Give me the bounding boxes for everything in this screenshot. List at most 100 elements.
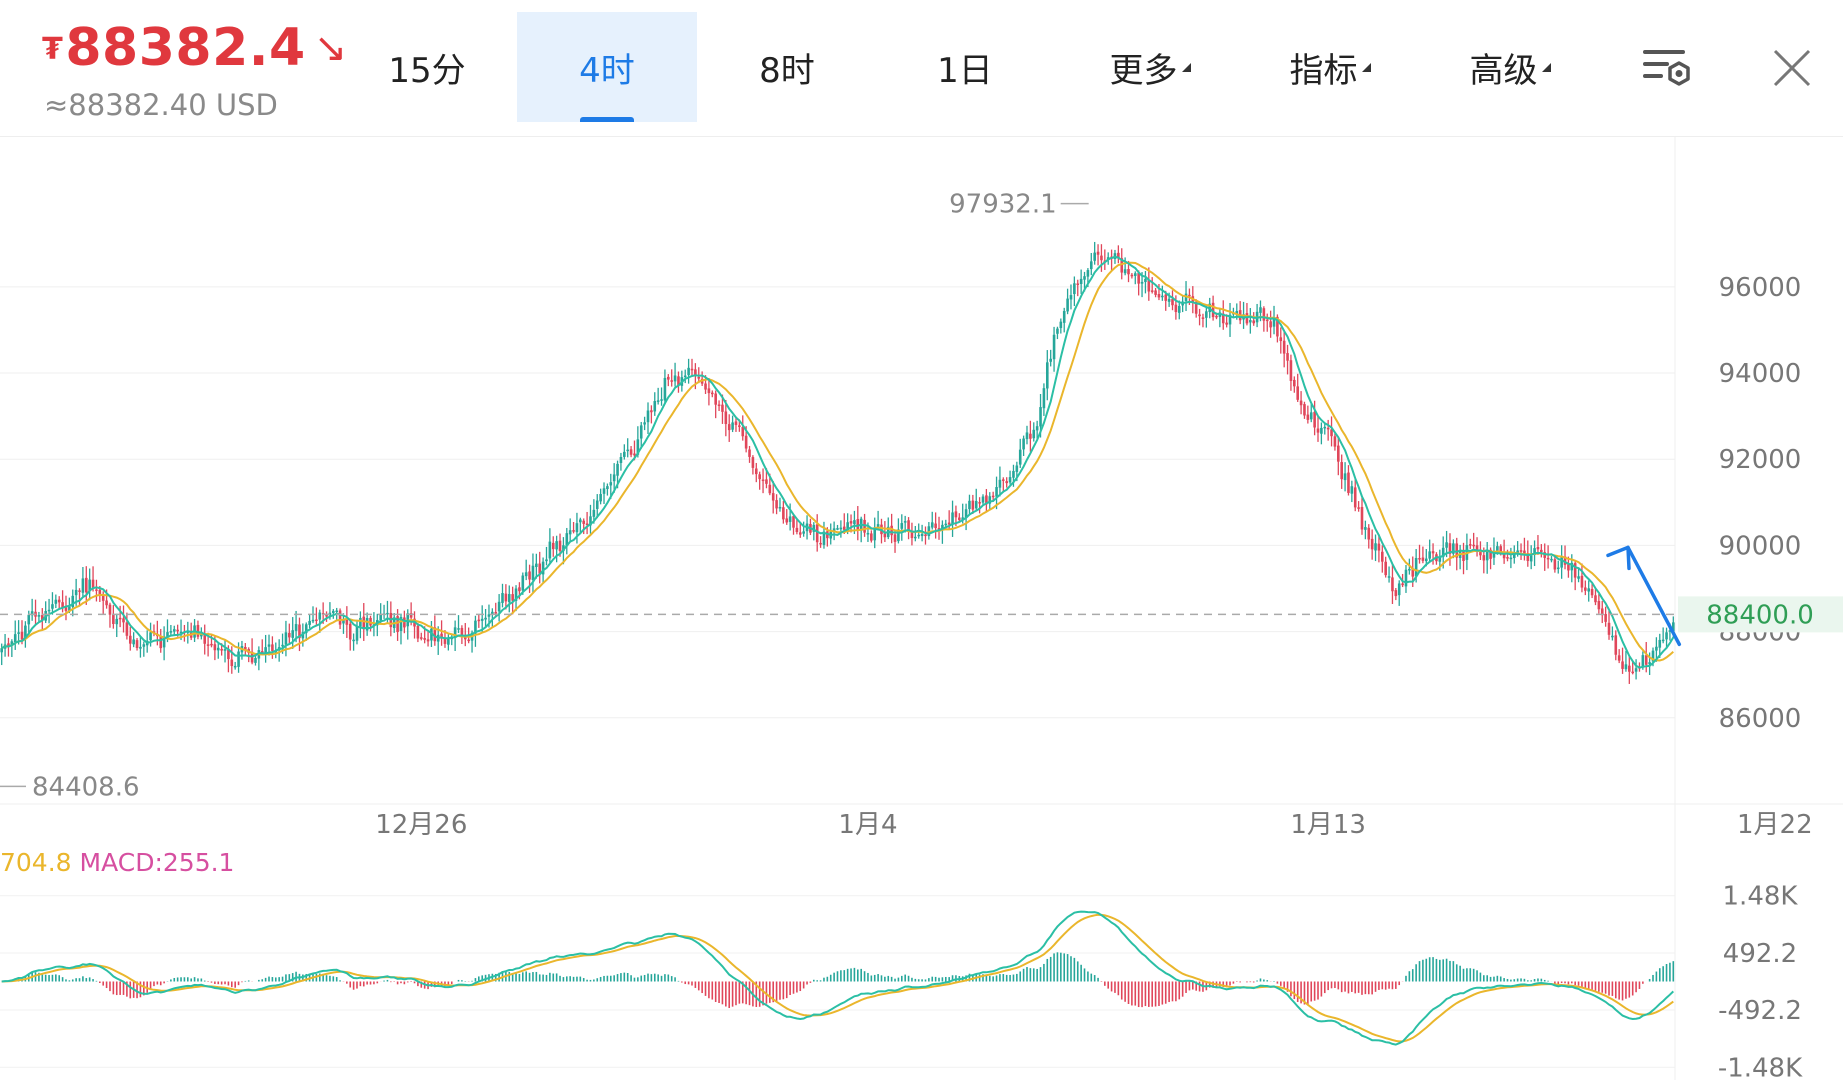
candle-body [1100, 255, 1103, 261]
candle-body [866, 532, 870, 535]
candle-body [1665, 632, 1668, 640]
candle-body [690, 368, 694, 371]
candle-body [1401, 583, 1404, 586]
candle-body [1509, 557, 1513, 560]
current-price-label: 88400.0 [1706, 600, 1814, 630]
candle-body [125, 622, 129, 636]
candle-body [1404, 569, 1408, 587]
macd-legend-value: 704.8 [0, 848, 80, 877]
candle-body [1553, 559, 1557, 570]
candle-body [1052, 334, 1056, 360]
candle-body [778, 506, 782, 509]
candle-body [646, 410, 650, 423]
candle-body [670, 380, 673, 382]
candle-body [714, 393, 717, 405]
tab-4h[interactable]: 4时 [517, 12, 697, 122]
candle-body [734, 421, 738, 425]
x-tick-label: 1月13 [1290, 810, 1366, 840]
candle-body [1164, 294, 1168, 301]
candle-body [1293, 379, 1296, 387]
candle-body [1482, 555, 1486, 561]
candle-body [84, 577, 88, 593]
candle-body [1089, 261, 1093, 270]
candle-body [1073, 283, 1076, 295]
candle-body [511, 594, 514, 601]
candle-body [572, 530, 575, 532]
candle-body [592, 509, 596, 517]
candle-body [1567, 564, 1570, 571]
tab-label: 高级 [1469, 50, 1538, 91]
close-button[interactable] [1764, 40, 1820, 96]
candle-body [1039, 407, 1042, 427]
tab-advanced[interactable]: 高级 [1430, 12, 1590, 122]
tab-8h[interactable]: 8时 [712, 12, 862, 122]
candle-body [1161, 295, 1164, 298]
candle-body [507, 594, 511, 603]
candle-body [1577, 576, 1580, 579]
candle-body [1150, 290, 1154, 292]
candle-body [122, 618, 125, 623]
candle-body [139, 646, 142, 649]
candle-body [518, 587, 521, 592]
chart-settings-button[interactable] [1640, 40, 1696, 96]
close-icon [1773, 49, 1811, 87]
candle-body [1015, 465, 1019, 472]
candle-body [1127, 269, 1130, 275]
chart-header: ₮88382.4 ↘ ≈88382.40 USD 15分 4时 8时 1日 更多 … [0, 0, 1843, 137]
candle-body [599, 494, 602, 502]
tab-1d[interactable]: 1日 [890, 12, 1040, 122]
candle-body [403, 617, 406, 628]
candle-body [216, 647, 220, 651]
tab-indicators[interactable]: 指标 [1250, 12, 1410, 122]
candle-body [930, 522, 934, 528]
candle-body [355, 626, 359, 641]
candle-body [1289, 360, 1293, 381]
candle-body [731, 422, 734, 430]
candle-body [1337, 445, 1340, 462]
candle-body [609, 482, 613, 486]
candle-body [981, 496, 985, 503]
candle-body [81, 578, 85, 593]
candle-body [1472, 544, 1475, 547]
candle-body [1529, 555, 1533, 562]
candle-body [17, 632, 20, 634]
candle-body [1303, 404, 1306, 416]
candle-body [1025, 432, 1029, 440]
candle-body [1029, 433, 1032, 439]
candle-body [1062, 311, 1066, 323]
candle-body [798, 532, 802, 535]
candle-body [504, 593, 508, 602]
candle-body [1130, 274, 1134, 277]
candle-body [1167, 298, 1171, 302]
y-tick-label: 86000 [1719, 704, 1802, 734]
candle-body [118, 617, 122, 620]
dropdown-corner-icon [1181, 62, 1191, 72]
low-price-label: 84408.6 [32, 772, 140, 802]
trend-arrow [1626, 545, 1682, 647]
x-tick-label: 1月4 [838, 810, 897, 840]
candle-body [1262, 308, 1266, 321]
candle-body [1587, 588, 1591, 592]
y-tick-label: 90000 [1719, 531, 1802, 561]
candle-body [206, 644, 210, 646]
tab-more[interactable]: 更多 [1070, 12, 1230, 122]
candlestick-chart[interactable]: 86000880009000092000940009600012月26 1月4 1月… [0, 136, 1843, 1080]
candle-body [1215, 315, 1218, 318]
candle-body [751, 457, 755, 468]
candle-body [667, 376, 670, 380]
candle-body [1045, 362, 1049, 389]
candle-body [870, 533, 873, 541]
candle-body [57, 599, 61, 603]
candle-body [1631, 671, 1635, 674]
candle-body [893, 534, 897, 542]
candle-body [1421, 557, 1425, 561]
candle-body [1249, 320, 1252, 323]
candle-body [612, 474, 616, 482]
candle-body [1198, 314, 1201, 317]
tab-15m[interactable]: 15分 [352, 12, 502, 122]
candle-body [101, 595, 105, 601]
candle-body [1394, 590, 1398, 597]
candle-body [1144, 278, 1147, 283]
candle-body [1323, 426, 1327, 429]
candle-body [237, 651, 240, 667]
